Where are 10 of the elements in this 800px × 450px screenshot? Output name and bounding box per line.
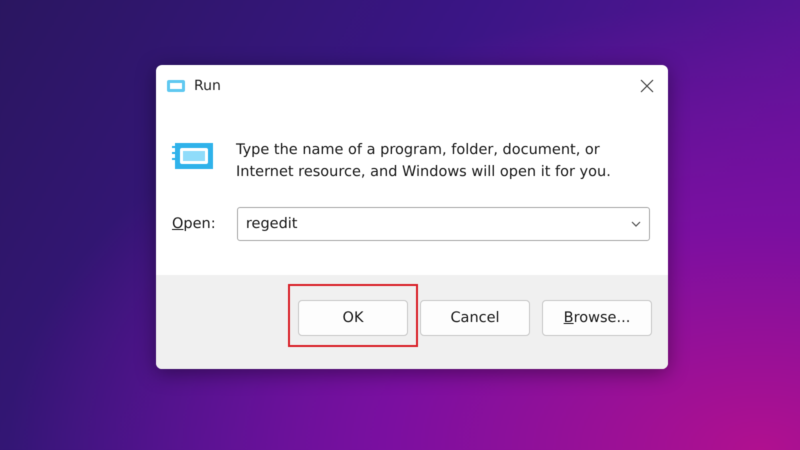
dropdown-icon[interactable] bbox=[631, 221, 641, 227]
instruction-text: Type the name of a program, folder, document, or Internet resource, and Windows will open it for you. bbox=[236, 141, 612, 182]
open-label: Open: bbox=[172, 216, 217, 232]
open-combo-field[interactable]: regedit bbox=[236, 207, 650, 241]
browse-button[interactable]: Browse... bbox=[542, 300, 652, 336]
run-icon bbox=[166, 78, 186, 94]
close-icon[interactable] bbox=[640, 79, 654, 93]
window-title: Run bbox=[194, 78, 222, 94]
ok-button[interactable]: OK bbox=[298, 300, 408, 336]
cancel-button[interactable]: Cancel bbox=[420, 300, 530, 336]
